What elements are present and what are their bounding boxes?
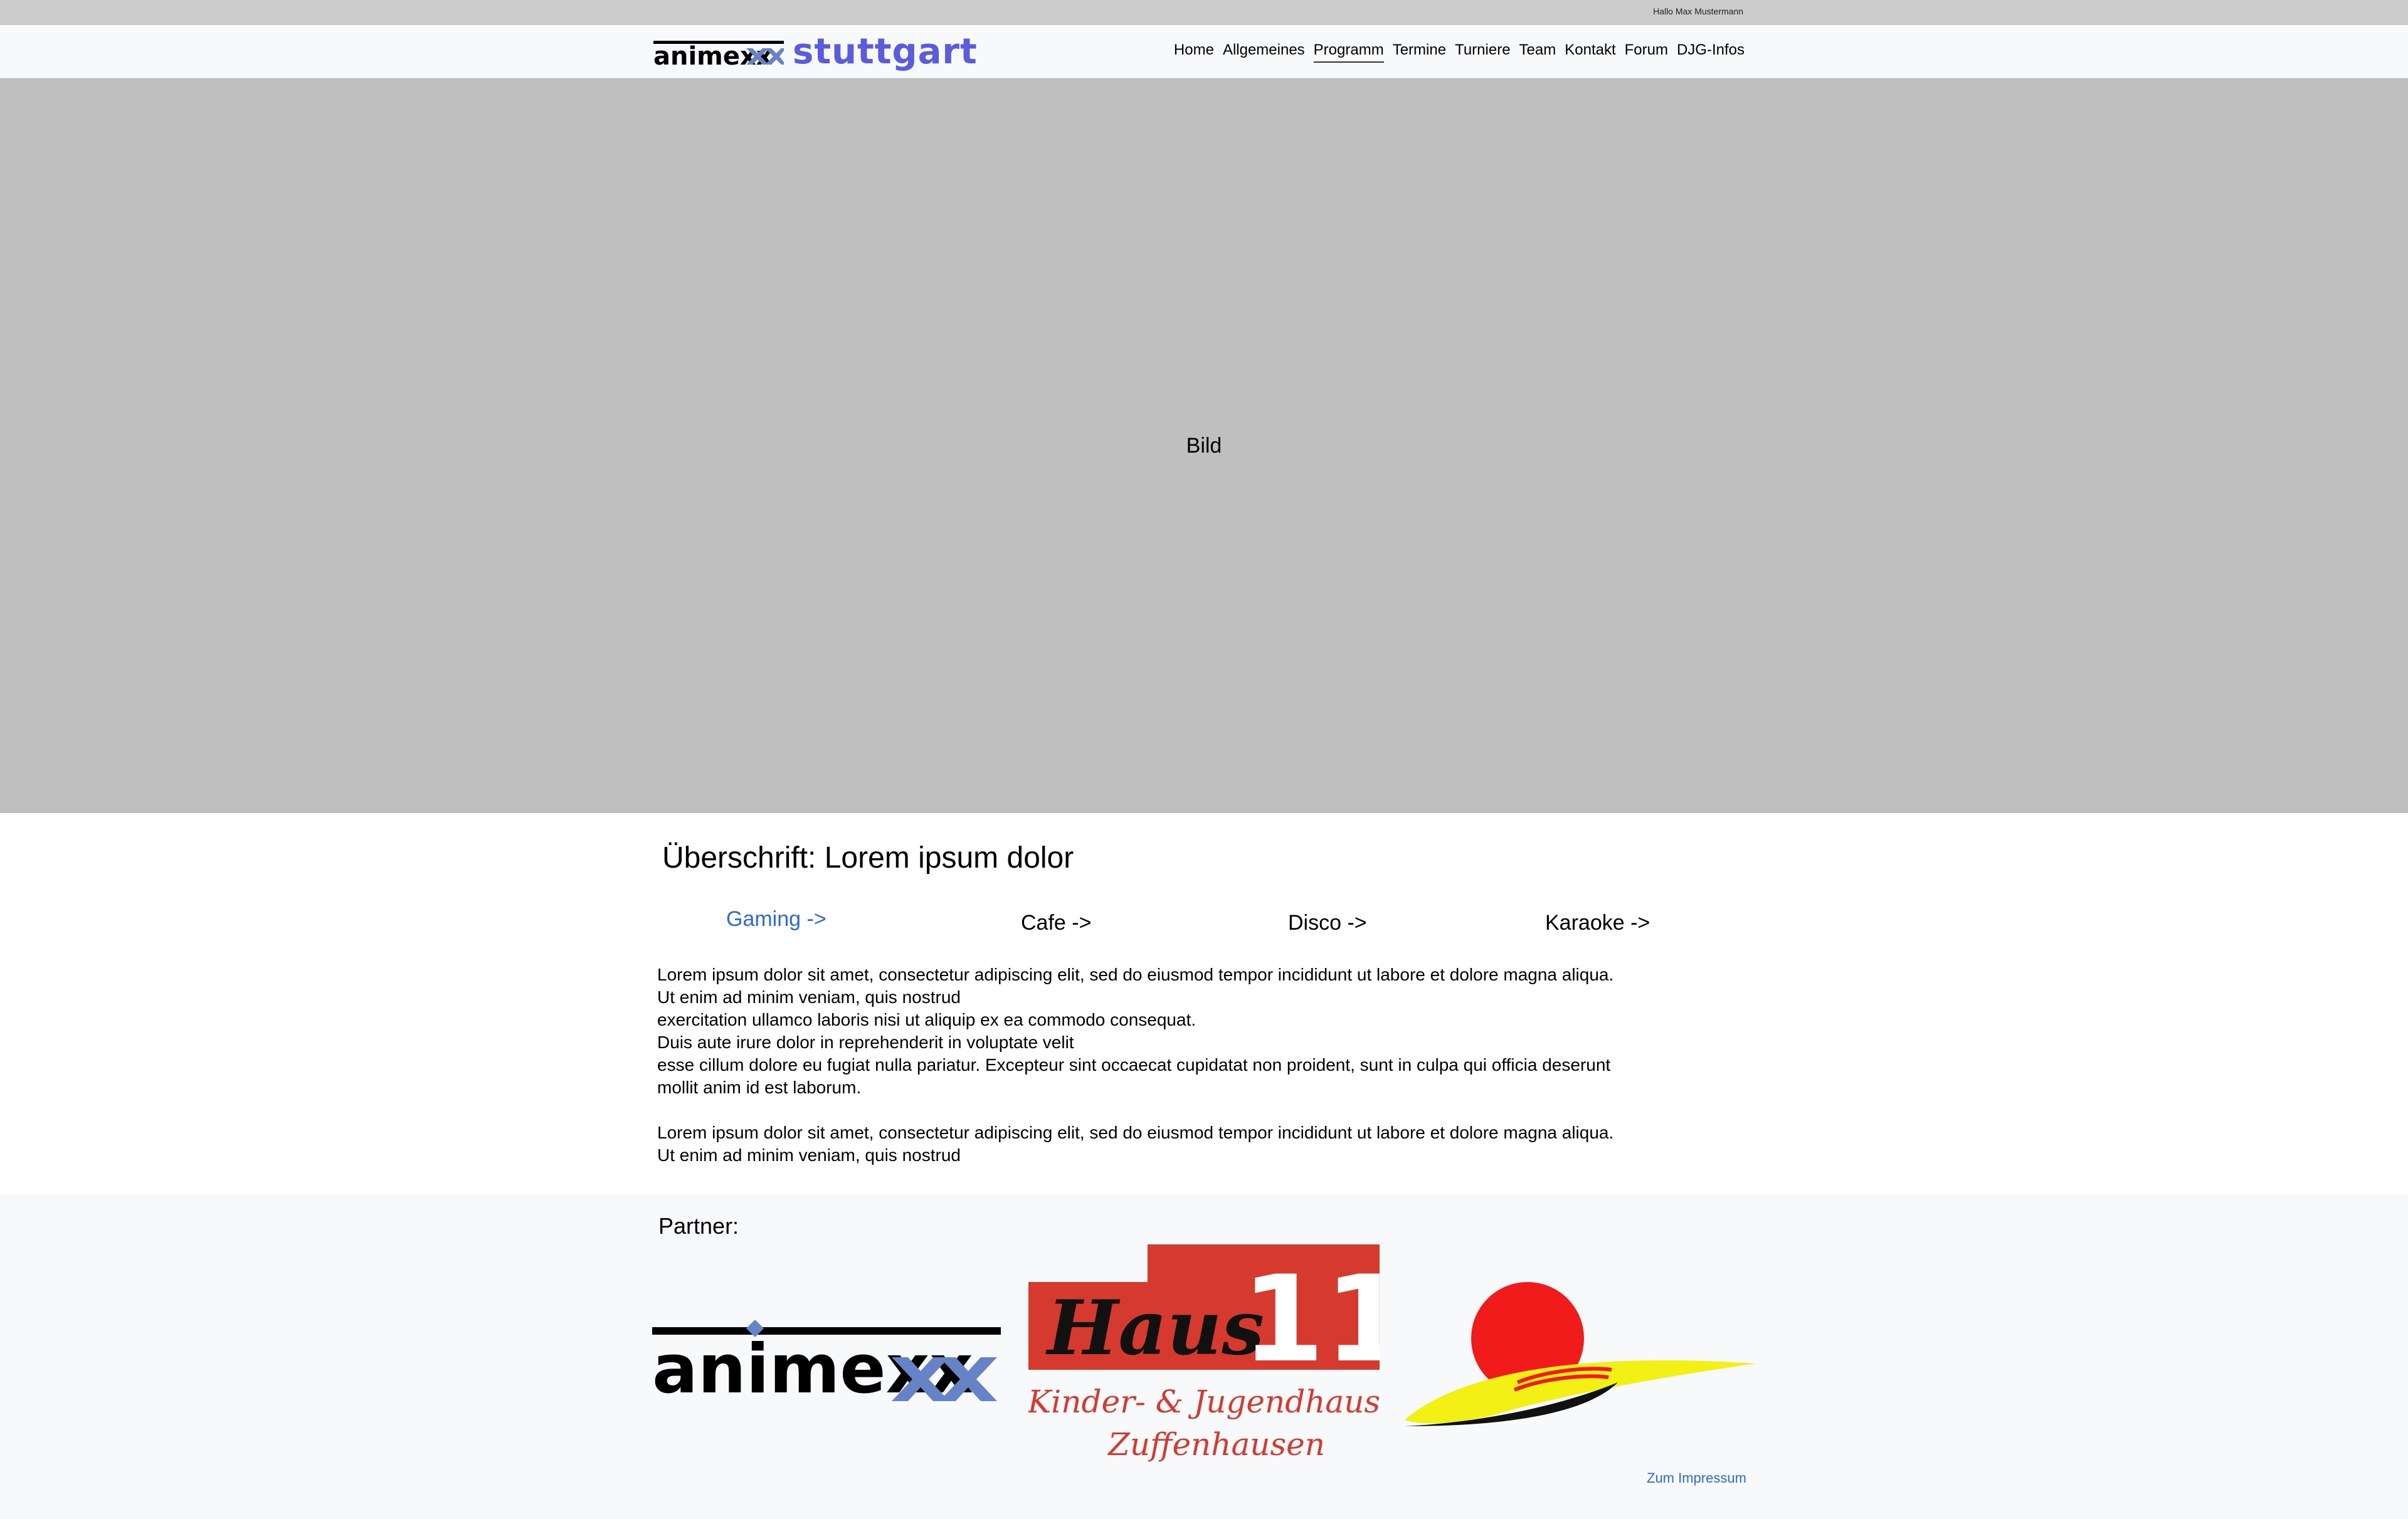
partner-haus11-logo[interactable]: Haus 11 Kinder- & Jugendhaus Zuffenhause… (1027, 1244, 1407, 1473)
paragraph-1: Lorem ipsum dolor sit amet, consectetur … (657, 965, 1614, 1097)
category-karaoke-link[interactable]: Karaoke -> (1545, 911, 1650, 935)
impressum-link[interactable]: Zum Impressum (1647, 1470, 1746, 1486)
nav-termine[interactable]: Termine (1393, 41, 1446, 63)
brand-city: stuttgart (793, 31, 978, 72)
partner-animexx-logo[interactable]: animexx (652, 1320, 1003, 1409)
partner-label: Partner: (658, 1213, 739, 1239)
nav-team[interactable]: Team (1519, 41, 1556, 63)
top-bar: Hallo Max Mustermann (0, 0, 2408, 25)
main-nav: Home Allgemeines Programm Termine Turnie… (1174, 41, 1745, 63)
category-gaming-link[interactable]: Gaming -> (726, 907, 826, 932)
sun-partner-image (1405, 1282, 1756, 1426)
category-cafe-link[interactable]: Cafe -> (1021, 911, 1091, 935)
nav-forum[interactable]: Forum (1625, 41, 1668, 63)
svg-text:Zuffenhausen: Zuffenhausen (1107, 1426, 1325, 1463)
animexx-logo: animexx (653, 41, 784, 68)
user-greeting: Hallo Max Mustermann (1653, 6, 1743, 16)
partner-sun-logo[interactable] (1405, 1282, 1756, 1436)
nav-turniere[interactable]: Turniere (1455, 41, 1510, 63)
svg-text:11: 11 (1242, 1250, 1380, 1389)
page-heading: Überschrift: Lorem ipsum dolor (662, 841, 1074, 875)
nav-djg-infos[interactable]: DJG-Infos (1677, 41, 1745, 63)
nav-home[interactable]: Home (1174, 41, 1214, 63)
paragraph-2: Lorem ipsum dolor sit amet, consectetur … (657, 1123, 1614, 1165)
main-content: Überschrift: Lorem ipsum dolor Gaming ->… (657, 813, 1755, 1194)
category-links: Gaming -> Cafe -> Disco -> Karaoke -> (657, 907, 1755, 945)
haus11-partner-image: Haus 11 Kinder- & Jugendhaus Zuffenhause… (1027, 1244, 1407, 1463)
site-header: animexx stuttgart Home Allgemeines Progr… (0, 25, 2408, 78)
animexx-partner-image: animexx (652, 1320, 1001, 1409)
nav-programm[interactable]: Programm (1313, 41, 1384, 63)
nav-allgemeines[interactable]: Allgemeines (1223, 41, 1305, 63)
hero-label: Bild (1186, 433, 1222, 458)
svg-text:Kinder- & Jugendhaus: Kinder- & Jugendhaus (1028, 1384, 1380, 1420)
category-disco-link[interactable]: Disco -> (1288, 911, 1367, 935)
body-text: Lorem ipsum dolor sit amet, consectetur … (657, 964, 1755, 1167)
brand-home-link[interactable]: animexx stuttgart (653, 31, 978, 72)
svg-text:Haus: Haus (1045, 1284, 1264, 1372)
nav-kontakt[interactable]: Kontakt (1565, 41, 1615, 63)
site-footer: Partner: animexx Haus 11 Kinder- & Jugen… (0, 1194, 2408, 1519)
hero-image-placeholder: Bild (0, 78, 2408, 813)
